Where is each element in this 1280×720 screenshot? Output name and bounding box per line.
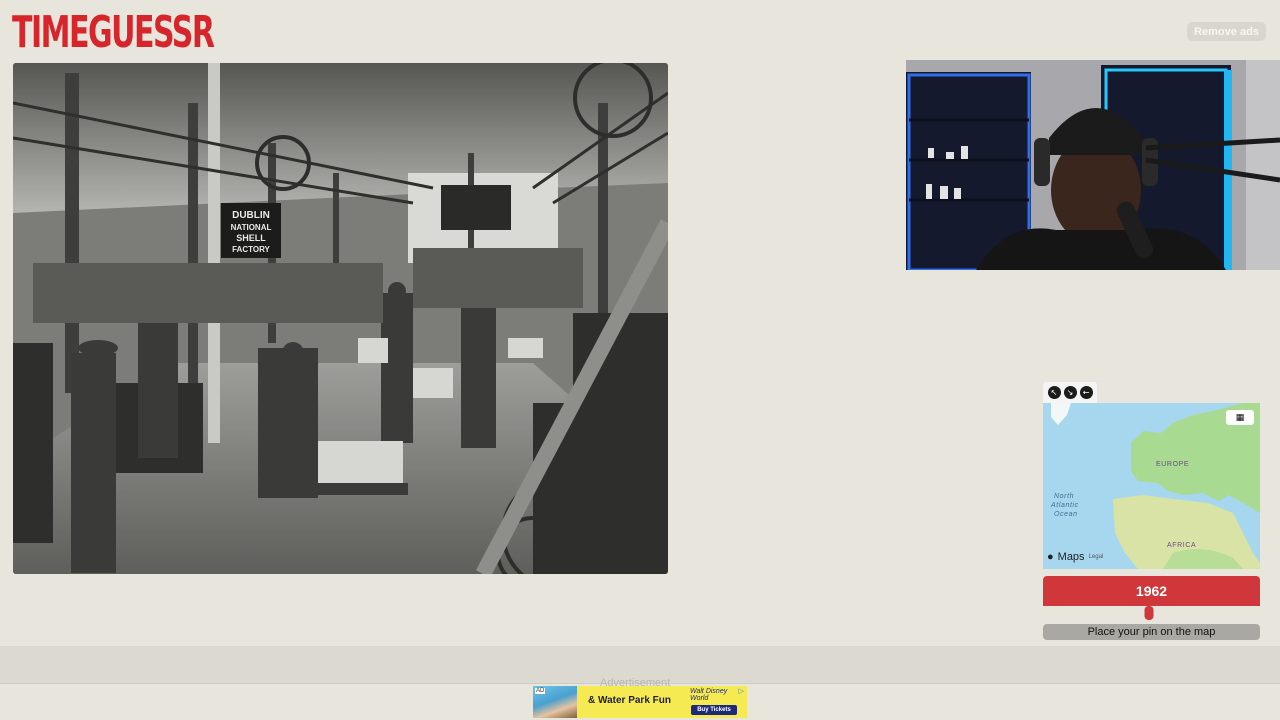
guess-map[interactable]: ▦ EUROPE AFRICA North Atlantic Ocean ● M… [1043, 403, 1260, 569]
map-label-ocean-1: North [1054, 493, 1075, 500]
ad-banner[interactable]: AD & Water Park Fun Walt Disney World Bu… [533, 686, 747, 718]
map-type-icon[interactable]: ▦ [1226, 410, 1254, 425]
shrink-icon[interactable]: ↘ [1063, 386, 1077, 399]
ad-headline: & Water Park Fun [588, 695, 671, 706]
map-label-ocean-3: Ocean [1054, 511, 1078, 518]
apple-icon: ● [1047, 551, 1054, 563]
sign-line-1: DUBLIN [232, 210, 270, 221]
year-slider[interactable] [1043, 606, 1260, 620]
ad-info-icon[interactable]: ▷ [739, 687, 744, 695]
ad-cta-button[interactable]: Buy Tickets [691, 705, 737, 715]
map-attribution: ● Maps Legal [1047, 551, 1103, 563]
pin-icon[interactable]: ← [1079, 386, 1093, 399]
guess-photo: DUBLIN NATIONAL SHELL FACTORY [13, 63, 668, 574]
sign-line-3: SHELL [236, 233, 266, 243]
map-label-ocean-2: Atlantic [1051, 502, 1079, 509]
remove-ads-button[interactable]: Remove ads [1187, 22, 1266, 41]
year-display: 1962 [1043, 576, 1260, 606]
timeguessr-logo[interactable]: TIMEGUESSR [12, 8, 215, 59]
map-label-europe: EUROPE [1156, 461, 1190, 468]
legal-link[interactable]: Legal [1089, 554, 1104, 560]
sign-line-2: NATIONAL [231, 223, 272, 232]
map-label-africa: AFRICA [1167, 542, 1197, 549]
ad-tag: AD [535, 688, 546, 694]
place-pin-button[interactable]: Place your pin on the map [1043, 624, 1260, 640]
map-toolbar: ↖ ↘ ← [1043, 382, 1097, 403]
maps-label: Maps [1057, 551, 1085, 563]
year-slider-thumb[interactable] [1144, 606, 1154, 620]
sign-line-4: FACTORY [232, 245, 270, 254]
webcam-overlay [906, 60, 1280, 270]
expand-icon[interactable]: ↖ [1047, 386, 1061, 399]
